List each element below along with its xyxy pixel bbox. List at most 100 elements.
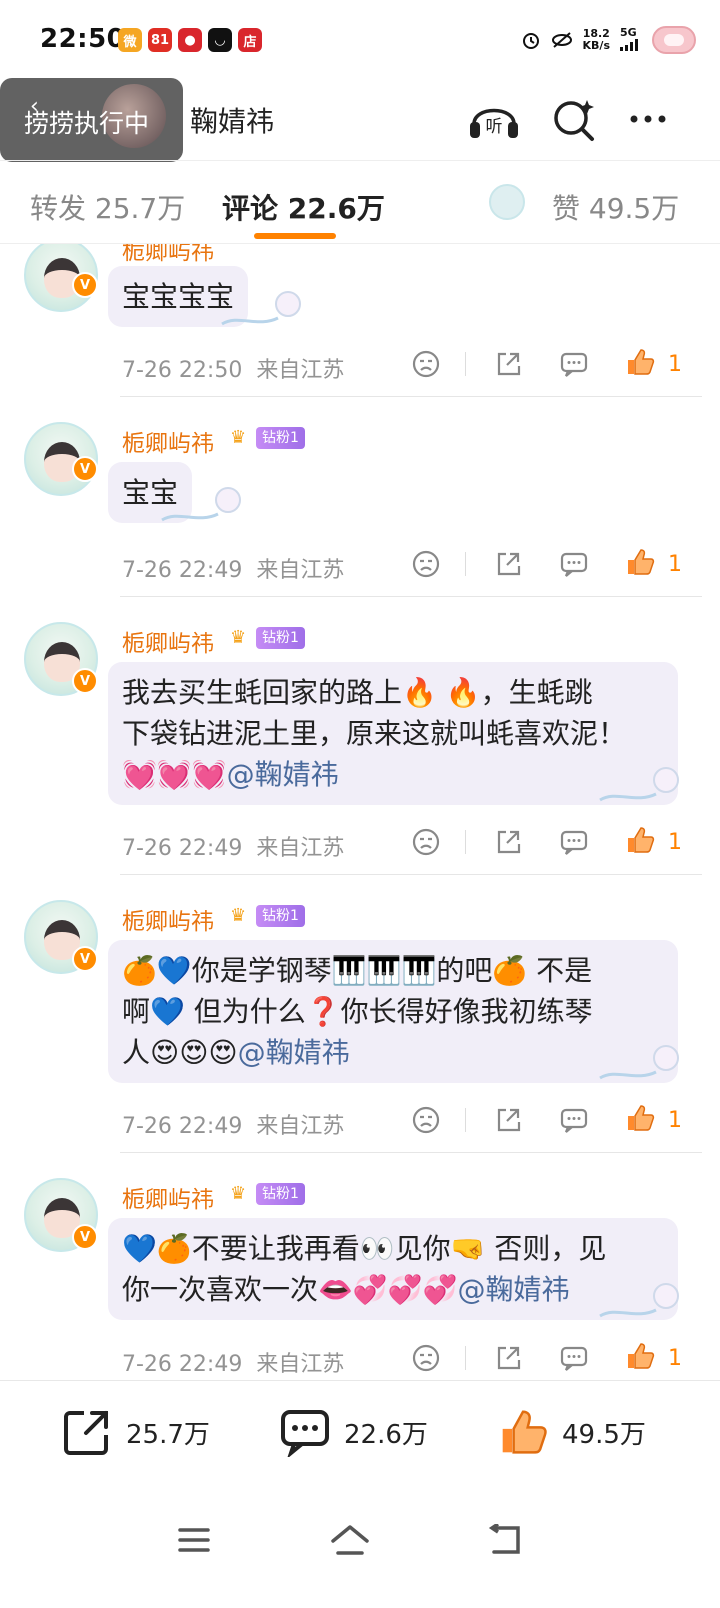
tab-repost[interactable]: 转发 25.7万 — [30, 187, 185, 227]
comment-username[interactable]: 栀卿屿祎 — [122, 1180, 214, 1214]
notification-icons: 微 81 ● ◡ 店 — [118, 28, 262, 52]
comment-text-line: 🍊💙你是学钢琴🎹🎹🎹的吧🍊 不是 — [122, 954, 593, 987]
like-total: 49.5万 — [562, 1419, 646, 1450]
tab-bar: 转发 25.7万 评论 22.6万 赞 49.5万 — [0, 160, 720, 244]
search-button[interactable] — [546, 94, 602, 144]
comment-bubble: 💙🍊不要让我再看👀见你🤜 否则，见 你一次喜欢一次👄💞💞💞@鞠婧祎 — [108, 1218, 678, 1320]
comment-item: V 栀卿屿祎 ♛ 钻粉1 💙🍊不要让我再看👀见你🤜 否则，见 你一次喜欢一次👄💞💞… — [0, 1154, 720, 1380]
verified-badge-icon: V — [72, 668, 98, 694]
like-icon[interactable] — [624, 546, 656, 578]
reply-icon[interactable] — [558, 1342, 590, 1374]
comment-button[interactable]: 22.6万 — [280, 1407, 428, 1457]
crown-icon: ♛ — [230, 427, 247, 448]
comment-username[interactable]: 栀卿屿祎 — [122, 244, 214, 266]
heart-app-icon: ● — [178, 28, 202, 52]
back-button[interactable] — [476, 1510, 536, 1570]
repost-count: 25.7万 — [126, 1419, 210, 1450]
fan-badge: ♛ 钻粉1 — [230, 626, 305, 650]
dislike-icon[interactable] — [410, 548, 442, 580]
like-button[interactable]: 49.5万 — [498, 1407, 646, 1457]
comment-list[interactable]: V 栀卿屿祎 宝宝宝宝 7-26 22:50 来自江苏 1 V 栀卿屿祎 ♛ 钻粉… — [0, 244, 720, 1380]
divider — [120, 396, 702, 397]
mention-link[interactable]: @鞠婧祎 — [238, 1036, 350, 1069]
crown-icon: ♛ — [230, 1183, 247, 1204]
like-icon[interactable] — [624, 1340, 656, 1372]
comment-username[interactable]: 栀卿屿祎 — [122, 424, 214, 458]
share-icon[interactable] — [492, 826, 524, 858]
battery-icon — [652, 26, 696, 54]
comment-item: V 栀卿屿祎 ♛ 钻粉1 宝宝 7-26 22:49 来自江苏 1 — [0, 398, 720, 598]
reply-icon[interactable] — [558, 548, 590, 580]
crown-icon: ♛ — [230, 905, 247, 926]
dislike-icon[interactable] — [410, 348, 442, 380]
search-sparkle-icon — [554, 100, 594, 141]
repost-button[interactable]: 25.7万 — [62, 1407, 210, 1457]
signal-icon — [620, 38, 638, 51]
verified-badge-icon: V — [72, 1224, 98, 1250]
more-icon — [630, 115, 666, 123]
tab-likes[interactable]: 赞 49.5万 — [552, 187, 679, 227]
menu-button[interactable] — [164, 1510, 224, 1570]
verified-badge-icon: V — [72, 946, 98, 972]
signal-indicator: 5G — [620, 26, 642, 54]
comment-username[interactable]: 栀卿屿祎 — [122, 624, 214, 658]
home-icon — [331, 1525, 369, 1555]
bubble-decoration-icon — [599, 767, 679, 802]
comment-text-line: 💙🍊不要让我再看👀见你🤜 否则，见 — [122, 1232, 607, 1265]
dislike-icon[interactable] — [410, 826, 442, 858]
smile-app-icon: ◡ — [208, 28, 232, 52]
system-nav-bar — [0, 1488, 720, 1608]
dislike-icon[interactable] — [410, 1104, 442, 1136]
divider — [465, 552, 466, 576]
verified-badge-icon: V — [72, 456, 98, 482]
dislike-icon[interactable] — [410, 1342, 442, 1374]
like-icon[interactable] — [624, 824, 656, 856]
tab-comments[interactable]: 评论 22.6万 — [222, 187, 385, 227]
verified-badge-icon: V — [72, 272, 98, 298]
status-bar: 22:50 微 81 ● ◡ 店 18.2 KB/s 5G — [0, 0, 720, 84]
divider — [465, 1346, 466, 1370]
like-count: 1 — [668, 552, 682, 577]
share-icon[interactable] — [492, 1104, 524, 1136]
mention-link[interactable]: @鞠婧祎 — [227, 758, 339, 791]
reply-icon[interactable] — [558, 348, 590, 380]
store-app-icon: 店 — [238, 28, 262, 52]
like-icon[interactable] — [624, 346, 656, 378]
shopping-app-icon: 81 — [148, 28, 172, 52]
listen-button[interactable]: 听 — [466, 94, 522, 144]
comment-meta: 7-26 22:49 来自江苏 — [122, 558, 345, 583]
share-icon[interactable] — [492, 548, 524, 580]
home-button[interactable] — [320, 1510, 380, 1570]
comment-text-line: 啊💙 但为什么❓你长得好像我初练琴 — [122, 995, 593, 1028]
repost-icon — [64, 1411, 108, 1455]
comment-bubble: 我去买生蚝回家的路上🔥 🔥，生蚝跳 下袋钻进泥土里，原来这就叫蚝喜欢泥！ 💓💓💓… — [108, 662, 678, 805]
share-icon[interactable] — [492, 348, 524, 380]
divider — [120, 874, 702, 875]
like-count: 1 — [668, 1346, 682, 1371]
like-icon[interactable] — [624, 1102, 656, 1134]
more-button[interactable] — [620, 94, 676, 144]
system-status: 18.2 KB/s 5G — [521, 26, 696, 54]
listen-icon: 听 — [470, 108, 518, 138]
reply-icon[interactable] — [558, 826, 590, 858]
page-title: 鞠婧祎 — [190, 105, 275, 138]
comment-bubble: 🍊💙你是学钢琴🎹🎹🎹的吧🍊 不是 啊💙 但为什么❓你长得好像我初练琴 人😍😍😍@… — [108, 940, 678, 1083]
comment-item: V 栀卿屿祎 ♛ 钻粉1 🍊💙你是学钢琴🎹🎹🎹的吧🍊 不是 啊💙 但为什么❓你长得… — [0, 876, 720, 1154]
bottom-action-bar: 25.7万 22.6万 49.5万 — [0, 1380, 720, 1488]
divider — [465, 830, 466, 854]
bubble-decoration-icon — [599, 1045, 679, 1080]
comment-meta: 7-26 22:49 来自江苏 — [122, 1114, 345, 1139]
task-chip-label: 捞捞执行中 — [24, 109, 150, 138]
mention-link[interactable]: @鞠婧祎 — [457, 1273, 569, 1306]
comment-count: 22.6万 — [344, 1419, 428, 1450]
svg-text:听: 听 — [486, 117, 503, 137]
bubble-decoration-icon — [221, 291, 301, 326]
bubble-decoration-icon — [599, 1283, 679, 1318]
comment-meta: 7-26 22:49 来自江苏 — [122, 836, 345, 861]
reply-icon[interactable] — [558, 1104, 590, 1136]
share-icon[interactable] — [492, 1342, 524, 1374]
comment-username[interactable]: 栀卿屿祎 — [122, 902, 214, 936]
comment-text-line: 我去买生蚝回家的路上🔥 🔥，生蚝跳 — [122, 676, 593, 709]
comment-meta: 7-26 22:50 来自江苏 — [122, 358, 345, 383]
liker-avatar — [489, 184, 525, 220]
